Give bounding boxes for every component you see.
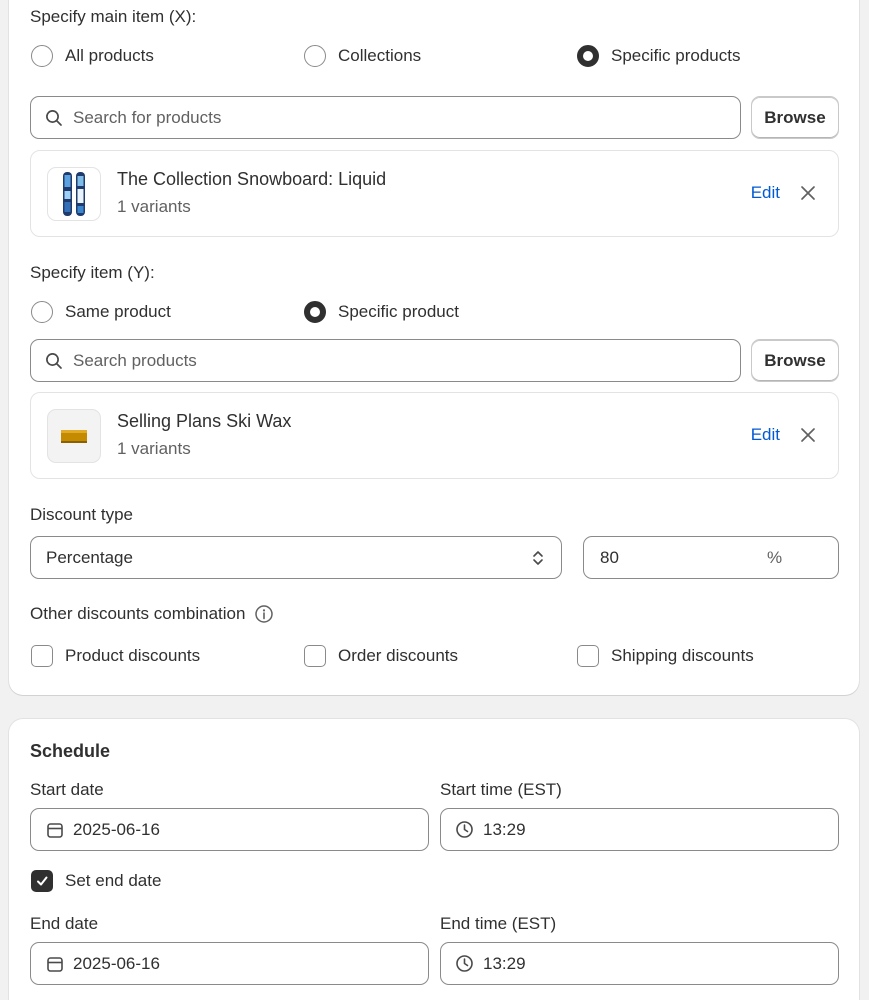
radio-specific-product[interactable]: Specific product xyxy=(304,301,459,323)
search-placeholder: Search for products xyxy=(73,107,222,127)
ski-wax-thumbnail xyxy=(47,409,101,463)
discount-amount-input[interactable]: 80 % xyxy=(583,536,839,579)
checkbox-box[interactable] xyxy=(304,645,326,667)
checkbox-label: Product discounts xyxy=(65,646,201,665)
edit-product-link[interactable]: Edit xyxy=(751,183,780,203)
search-icon xyxy=(45,352,63,370)
radio-label: Specific products xyxy=(611,46,741,65)
checkbox-label: Set end date xyxy=(65,871,162,890)
radio-circle[interactable] xyxy=(31,45,53,67)
checkbox-set-end-date[interactable]: Set end date xyxy=(31,870,161,892)
combination-label: Other discounts combination xyxy=(30,604,246,623)
radio-circle[interactable] xyxy=(304,45,326,67)
clock-icon xyxy=(455,954,474,973)
end-date-input[interactable]: 2025-06-16 xyxy=(30,942,429,985)
main-item-label: Specify main item (X): xyxy=(30,7,197,26)
start-time-label: Start time (EST) xyxy=(440,780,562,799)
checkbox-box[interactable] xyxy=(577,645,599,667)
radio-label: Same product xyxy=(65,302,171,321)
end-time-input[interactable]: 13:29 xyxy=(440,942,839,985)
select-chevron-icon xyxy=(531,548,545,568)
discount-amount-value: 80 xyxy=(600,547,619,567)
end-date-label: End date xyxy=(30,914,99,933)
item-y-search-input[interactable]: Search products xyxy=(30,339,741,382)
discount-type-label: Discount type xyxy=(30,505,133,524)
product-variants: 1 variants xyxy=(117,439,191,458)
radio-circle-selected[interactable] xyxy=(304,301,326,323)
combination-heading: Other discounts combination xyxy=(30,604,274,624)
calendar-icon xyxy=(46,821,64,839)
discount-type-select[interactable]: Percentage xyxy=(30,536,562,579)
end-time-label: End time (EST) xyxy=(440,914,557,933)
radio-all-products[interactable]: All products xyxy=(31,45,154,67)
start-date-label: Start date xyxy=(30,780,104,799)
browse-item-y-button[interactable]: Browse xyxy=(751,339,839,382)
radio-label: Specific product xyxy=(338,302,459,321)
snowboard-thumbnail xyxy=(47,167,101,221)
selected-product-y: Selling Plans Ski Wax 1 variants Edit xyxy=(30,392,839,479)
checkmark-icon xyxy=(37,876,48,886)
product-variants: 1 variants xyxy=(117,197,191,216)
start-time-input[interactable]: 13:29 xyxy=(440,808,839,851)
start-date-value: 2025-06-16 xyxy=(73,819,160,839)
radio-specific-products[interactable]: Specific products xyxy=(577,45,740,67)
radio-label: All products xyxy=(65,46,154,65)
clock-icon xyxy=(455,820,474,839)
radio-circle[interactable] xyxy=(31,301,53,323)
percent-suffix: % xyxy=(767,547,783,567)
checkbox-product-discounts[interactable]: Product discounts xyxy=(31,645,200,667)
checkbox-shipping-discounts[interactable]: Shipping discounts xyxy=(577,645,754,667)
radio-same-product[interactable]: Same product xyxy=(31,301,171,323)
product-search-input[interactable]: Search for products xyxy=(30,96,741,139)
selected-product-x: The Collection Snowboard: Liquid 1 varia… xyxy=(30,150,839,237)
close-icon[interactable] xyxy=(798,183,818,203)
item-y-label: Specify item (Y): xyxy=(30,263,155,282)
close-icon[interactable] xyxy=(798,425,818,445)
schedule-title: Schedule xyxy=(30,741,111,761)
edit-product-link[interactable]: Edit xyxy=(751,425,780,445)
start-time-value: 13:29 xyxy=(483,819,526,839)
checkbox-order-discounts[interactable]: Order discounts xyxy=(304,645,458,667)
calendar-icon xyxy=(46,955,64,973)
end-date-value: 2025-06-16 xyxy=(73,953,160,973)
checkbox-box-checked[interactable] xyxy=(31,870,53,892)
search-placeholder: Search products xyxy=(73,350,197,370)
radio-label: Collections xyxy=(338,46,422,65)
radio-collections[interactable]: Collections xyxy=(304,45,421,67)
search-icon xyxy=(45,109,63,127)
checkbox-label: Shipping discounts xyxy=(611,646,754,665)
browse-products-button[interactable]: Browse xyxy=(751,96,839,139)
discount-type-value: Percentage xyxy=(46,547,133,567)
checkbox-box[interactable] xyxy=(31,645,53,667)
radio-circle-selected[interactable] xyxy=(577,45,599,67)
start-date-input[interactable]: 2025-06-16 xyxy=(30,808,429,851)
product-title: The Collection Snowboard: Liquid xyxy=(117,169,387,189)
checkbox-label: Order discounts xyxy=(338,646,458,665)
product-title: Selling Plans Ski Wax xyxy=(117,411,292,431)
info-icon[interactable] xyxy=(254,604,274,624)
end-time-value: 13:29 xyxy=(483,953,526,973)
